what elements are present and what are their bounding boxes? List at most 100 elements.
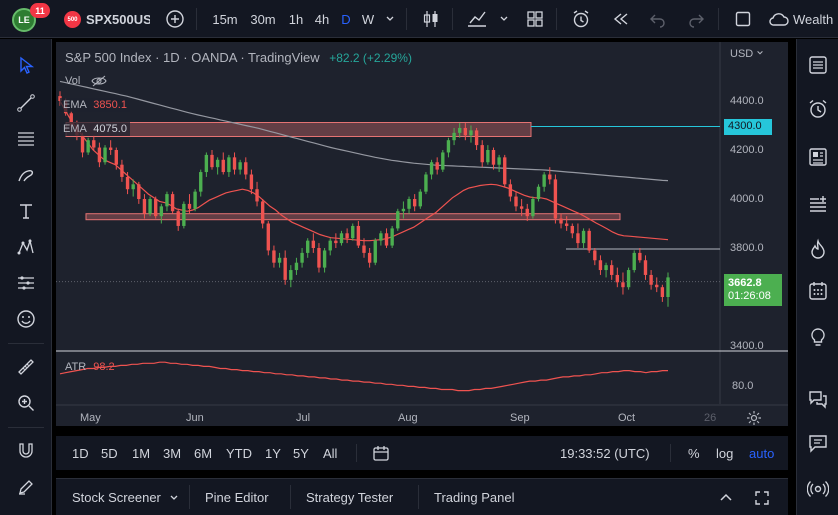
range-5y[interactable]: 5Y [293,436,309,470]
top-toolbar: LE 11 500 SPX500USD 15m 30m 1h 4h D W [0,0,838,38]
icons-tool[interactable] [12,305,40,333]
ema-long-label[interactable]: EMA 4075.0 [60,122,130,136]
candle-body [154,199,158,217]
cursor-arrow-icon [20,56,35,74]
divider [196,8,197,30]
candle-body [362,245,366,253]
cursor-tool[interactable] [12,51,40,79]
candle-body [497,157,501,165]
hotlists-button[interactable] [804,235,832,263]
candle-body [210,154,214,168]
range-all[interactable]: All [323,436,337,470]
interval-1h[interactable]: 1h [284,0,308,38]
ideas-button[interactable] [804,323,832,351]
ema-short-label[interactable]: EMA 3850.1 [60,98,130,112]
price-tick: 4400.0 [730,95,764,107]
lock-drawings-tool[interactable] [12,473,40,501]
symbol-logo: 500 [64,11,81,28]
data-window-button[interactable] [804,191,832,219]
goto-date-button[interactable] [372,436,390,470]
compare-symbol-button[interactable] [162,0,188,38]
range-1y[interactable]: 1Y [265,436,281,470]
percent-scale-toggle[interactable]: % [688,436,700,470]
maximize-panel-button[interactable] [754,479,770,515]
candle-up [86,137,90,155]
candle-body [638,252,642,261]
news-button[interactable] [804,143,832,171]
magnet-tool[interactable] [12,437,40,465]
indicators-icon [468,11,486,27]
interval-30m[interactable]: 30m [246,0,280,38]
candle-down [154,196,158,219]
calendar-button[interactable] [804,277,832,305]
indicators-button[interactable] [464,0,490,38]
replay-button[interactable] [608,0,634,38]
notifications-button[interactable] [804,429,832,457]
symbol-search[interactable]: SPX500USD [86,0,150,38]
redo-button[interactable] [684,0,708,38]
candle-body [108,147,113,150]
range-1d[interactable]: 1D [72,436,89,470]
chart-pane[interactable]: S&P 500 Index · 1D · OANDA · TradingView… [56,42,788,426]
volume-label[interactable]: Vol [62,74,110,88]
ruler-icon [18,359,34,375]
log-scale-toggle[interactable]: log [716,436,733,470]
atr-label[interactable]: ATR 98.2 [62,360,118,374]
text-tool[interactable] [12,197,40,225]
brush-tool[interactable] [12,161,40,189]
layout-button[interactable] [522,0,548,38]
range-1m[interactable]: 1M [132,436,150,470]
pattern-tool[interactable] [12,233,40,261]
range-6m[interactable]: 6M [194,436,212,470]
alarm-clock-icon [573,10,589,28]
undo-button[interactable] [646,0,670,38]
timezone-clock[interactable]: 19:33:52 (UTC) [560,436,650,470]
auto-scale-toggle[interactable]: auto [749,436,774,470]
divider [189,485,190,509]
candle-body [514,196,518,207]
cloud-layout-button[interactable]: Wealth [768,0,838,38]
list-plus-icon [810,196,826,212]
fullscreen-button[interactable] [730,0,756,38]
currency-selector[interactable]: USD [730,48,764,60]
measure-tool[interactable] [12,353,40,381]
chevron-down-icon [170,495,178,500]
candle-body [176,211,180,226]
atr-tick: 80.0 [732,380,754,392]
candle-body [458,127,462,133]
prediction-tool[interactable] [12,269,40,297]
alerts-button[interactable] [804,95,832,123]
chart-settings-button[interactable] [746,410,762,431]
watchlist-button[interactable] [804,51,832,79]
chats-button[interactable] [804,385,832,413]
fib-tool[interactable] [12,125,40,153]
interval-d[interactable]: D [336,0,356,38]
alert-button[interactable] [568,0,594,38]
tab-strategy-tester[interactable]: Strategy Tester [306,479,393,515]
price-chart[interactable] [56,42,788,426]
interval-4h[interactable]: 4h [310,0,334,38]
text-icon [20,204,32,219]
candle-body [429,162,434,175]
tab-stock-screener[interactable]: Stock Screener [72,479,179,515]
candle-body [80,135,85,153]
collapse-panel-button[interactable] [718,479,734,515]
range-ytd[interactable]: YTD [226,436,252,470]
interval-dropdown[interactable] [382,0,398,38]
indicators-dropdown[interactable] [496,0,512,38]
chart-type-button[interactable] [418,0,444,38]
range-5d[interactable]: 5D [101,436,118,470]
interval-w[interactable]: W [358,0,378,38]
bottom-panel-tabs: Stock Screener Pine Editor Strategy Test… [56,478,788,515]
interval-15m[interactable]: 15m [208,0,242,38]
help-button[interactable] [804,475,832,503]
candle-body [125,176,130,190]
tab-trading-panel[interactable]: Trading Panel [434,479,514,515]
candle-body [227,157,231,173]
range-3m[interactable]: 3M [163,436,181,470]
trend-line-tool[interactable] [12,89,40,117]
candle-body [542,174,546,187]
divider [670,444,671,462]
zoom-tool[interactable] [12,389,40,417]
tab-pine-editor[interactable]: Pine Editor [205,479,269,515]
